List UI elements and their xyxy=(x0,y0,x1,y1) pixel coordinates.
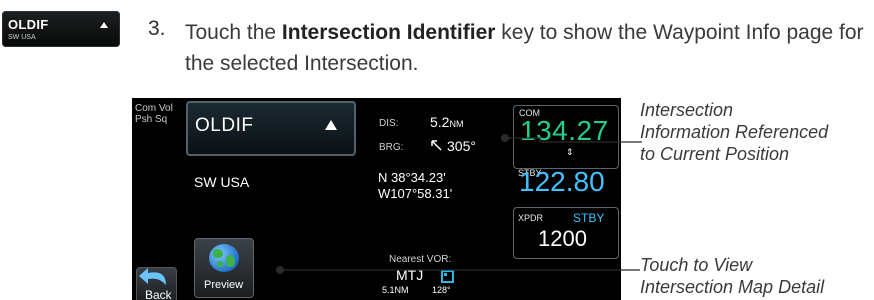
info-callout-line3: to Current Position xyxy=(640,144,790,164)
preview-callout-line2: Intersection Map Detail xyxy=(640,277,825,297)
preview-callout-line1: Touch to View xyxy=(640,255,753,275)
info-leader-line xyxy=(505,137,642,143)
info-callout: Intersection Information Referenced to C… xyxy=(640,99,828,165)
info-callout-line1: Intersection xyxy=(640,100,734,120)
preview-callout: Touch to View Intersection Map Detail xyxy=(640,254,824,298)
info-callout-line2: Information Referenced xyxy=(640,122,829,142)
